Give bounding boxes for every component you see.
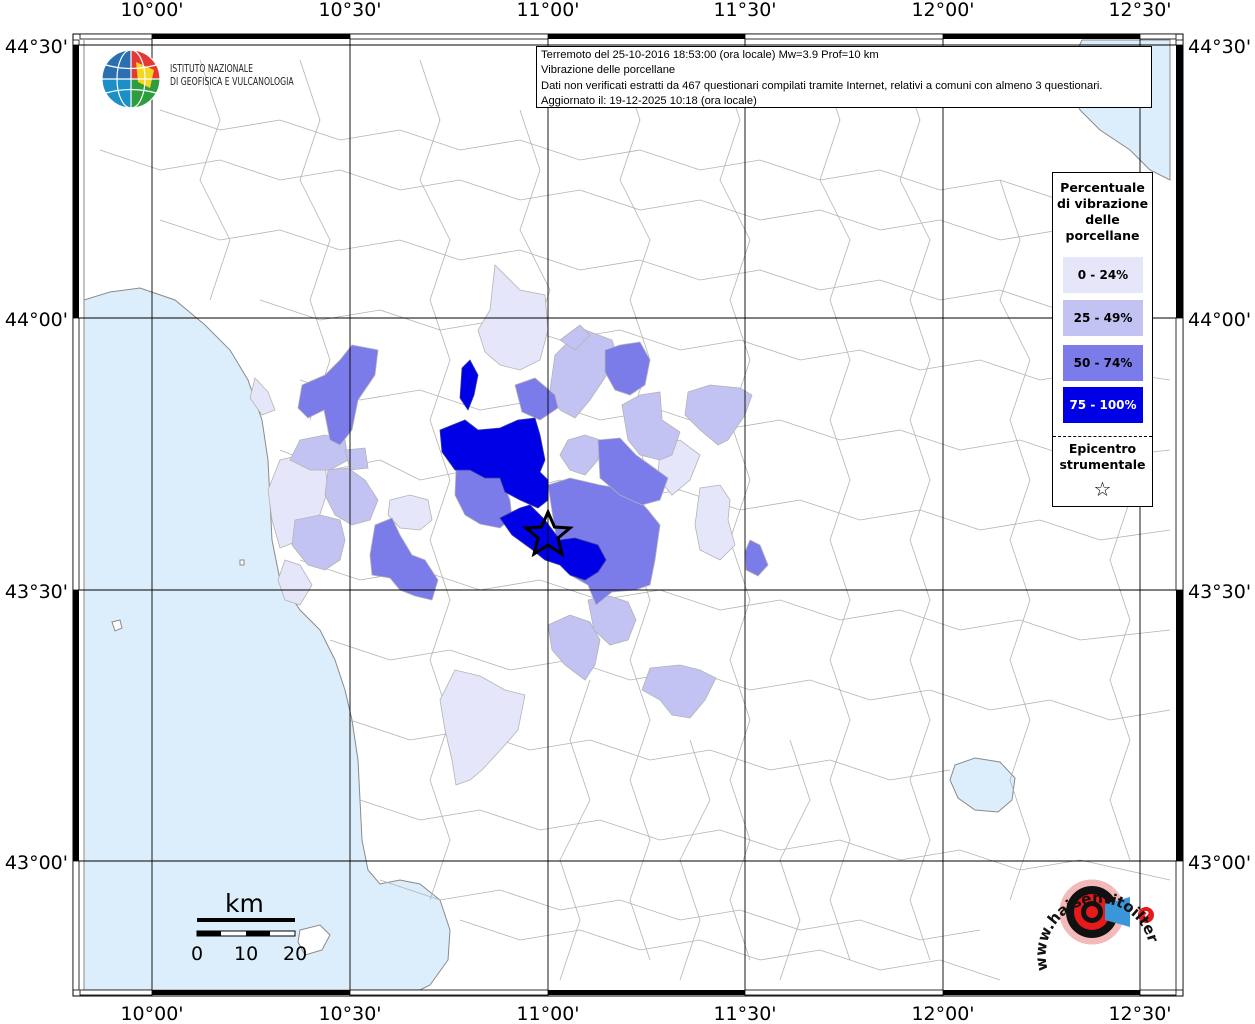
event-line: Terremoto del 25-10-2016 18:53:00 (ora l… — [541, 49, 879, 61]
lon-label: 12°30' — [1108, 0, 1171, 21]
lon-labels-bottom: 10°00' 10°30' 11°00' 11°30' 12°00' 12°30… — [120, 1003, 1171, 1024]
badge-text: www.haisentitoilterremoto.it — [1030, 860, 1163, 972]
scale-title: km — [225, 889, 264, 918]
legend: Percentuale di vibrazione delle porcella… — [1052, 172, 1153, 507]
lat-label: 44°00' — [5, 309, 68, 331]
legend-item: 50 - 74% — [1063, 345, 1143, 381]
lon-label: 10°30' — [318, 0, 381, 21]
parameter-line: Vibrazione delle porcellane — [541, 64, 676, 77]
scale-label: 20 — [283, 943, 308, 965]
scale-label: 10 — [234, 943, 259, 965]
legend-item: 25 - 49% — [1063, 300, 1143, 336]
lat-label: 44°30' — [5, 36, 68, 58]
legend-star-icon: ☆ — [1093, 477, 1112, 501]
scale-label: 0 — [191, 943, 204, 965]
data-note-line: Dati non verificati estratti da 467 ques… — [541, 79, 1103, 92]
lon-label: 11°30' — [713, 0, 776, 21]
legend-epicenter-label: Epicentro strumentale — [1059, 441, 1146, 472]
lat-label: 44°30' — [1188, 36, 1251, 58]
island — [239, 559, 245, 566]
lon-label: 10°30' — [318, 1003, 381, 1024]
lon-label: 12°00' — [911, 1003, 974, 1024]
lon-label: 11°00' — [516, 1003, 579, 1024]
lon-labels-top: 10°00' 10°30' 11°00' 11°30' 12°00' 12°30… — [120, 0, 1171, 21]
legend-item: 75 - 100% — [1063, 387, 1143, 423]
lon-label: 10°00' — [120, 0, 183, 21]
logo-line-2: DI GEOFISICA E VULCANOLOGIA — [170, 76, 294, 88]
legend-title: Percentuale di vibrazione delle porcella… — [1056, 180, 1149, 243]
lat-label: 43°00' — [5, 852, 68, 874]
legend-item: 0 - 24% — [1063, 257, 1143, 293]
ingv-logo-text: ISTITUTO NAZIONALE DI GEOFISICA E VULCAN… — [170, 63, 294, 89]
lat-labels-left: 44°30' 44°00' 43°30' 43°00' — [5, 36, 68, 874]
lon-label: 10°00' — [120, 1003, 183, 1024]
lat-label: 43°30' — [1188, 581, 1251, 603]
ingv-logo: ISTITUTO NAZIONALE DI GEOFISICA E VULCAN… — [100, 48, 320, 110]
event-info-box: Terremoto del 25-10-2016 18:53:00 (ora l… — [536, 46, 1152, 108]
lon-label: 11°30' — [713, 1003, 776, 1024]
lon-label: 12°00' — [911, 0, 974, 21]
badge-url: www.haisentitoilterremoto.it — [1030, 860, 1163, 972]
lat-label: 44°00' — [1188, 309, 1251, 331]
updated-line: Aggiornato il: 19-12-2025 10:18 (ora loc… — [541, 94, 757, 107]
lat-label: 43°00' — [1188, 852, 1251, 874]
ingv-globe-icon — [101, 49, 161, 109]
lon-label: 12°30' — [1108, 1003, 1171, 1024]
legend-divider — [1053, 436, 1152, 437]
lon-label: 11°00' — [516, 0, 579, 21]
lat-label: 43°30' — [5, 581, 68, 603]
lat-labels-right: 44°30' 44°00' 43°30' 43°00' — [1188, 36, 1251, 874]
logo-line-1: ISTITUTO NAZIONALE — [170, 63, 253, 75]
